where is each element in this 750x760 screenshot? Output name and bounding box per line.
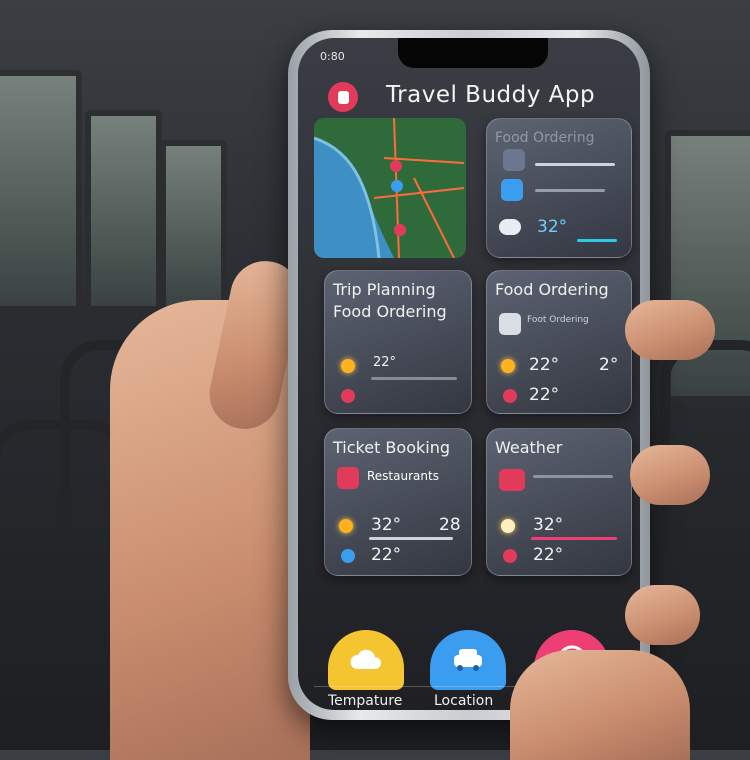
store-icon <box>499 313 521 335</box>
background-window-2 <box>85 110 162 312</box>
background-window-1 <box>0 70 82 312</box>
app-logo-icon[interactable] <box>328 82 358 112</box>
card-food-ordering[interactable]: Food Ordering Foot Ordering 22° 2° 22° <box>486 270 632 414</box>
ticket-icon <box>337 467 359 489</box>
dock-temperature-button[interactable] <box>328 630 404 690</box>
temperature: 22° <box>529 355 560 375</box>
water-drop-icon <box>341 549 355 563</box>
right-thumb <box>510 650 690 760</box>
background-window-3 <box>160 140 227 312</box>
progress-bar <box>371 377 457 380</box>
card-title: Trip Planning Food Ordering <box>333 280 447 321</box>
progress-bar <box>577 239 617 242</box>
card-weather[interactable]: Weather 32° 22° <box>486 428 632 576</box>
sun-icon <box>501 359 515 373</box>
temperature: 32° <box>371 515 402 535</box>
location-pin-icon <box>341 389 355 403</box>
sun-icon <box>501 519 515 533</box>
temperature-secondary: 2° <box>599 355 619 375</box>
car-icon <box>499 219 521 235</box>
temperature-secondary: 28 <box>439 515 461 535</box>
right-finger-1 <box>625 300 715 360</box>
bus-icon <box>499 469 525 491</box>
card-subtitle: Foot Ordering <box>527 315 589 325</box>
card-subtitle: Restaurants <box>367 469 439 483</box>
location-pin-icon <box>503 549 517 563</box>
phone-screen: 0:80 Travel Buddy App Food Ordering 32° <box>298 38 640 710</box>
sun-icon <box>339 519 353 533</box>
sun-icon <box>341 359 355 373</box>
card-title: Food Ordering <box>495 280 609 299</box>
map-card[interactable] <box>314 118 466 258</box>
progress-bar <box>531 537 617 540</box>
dock-label-location: Location <box>434 693 494 709</box>
map-icon <box>314 118 466 258</box>
location-pin-icon <box>503 389 517 403</box>
status-time: 0:80 <box>320 50 345 63</box>
temperature-tertiary: 22° <box>371 545 402 565</box>
dock-location-button[interactable] <box>430 630 506 690</box>
card-title: Ticket Booking <box>333 438 450 457</box>
progress-bar <box>535 163 615 166</box>
progress-bar <box>535 189 605 192</box>
dock-label-temperature: Tempature <box>328 693 403 709</box>
temperature-tertiary: 22° <box>529 385 560 405</box>
chat-icon <box>501 179 523 201</box>
temperature: 22° <box>373 355 397 370</box>
card-ticket-booking[interactable]: Ticket Booking Restaurants 32° 28 22° <box>324 428 472 576</box>
phone-notch <box>398 38 548 68</box>
calendar-icon <box>503 149 525 171</box>
card-title: Weather <box>495 438 563 457</box>
car-icon <box>454 649 482 671</box>
right-finger-3 <box>625 585 700 645</box>
temperature: 32° <box>537 217 568 237</box>
progress-bar <box>369 537 453 540</box>
card-trip-planning[interactable]: Trip Planning Food Ordering 22° <box>324 270 472 414</box>
card-food-ordering-top[interactable]: Food Ordering 32° <box>486 118 632 258</box>
app-title: Travel Buddy App <box>386 82 596 108</box>
temperature: 32° <box>533 515 564 535</box>
smartphone: 0:80 Travel Buddy App Food Ordering 32° <box>288 30 650 720</box>
progress-bar <box>533 475 613 478</box>
card-title: Food Ordering <box>495 130 595 146</box>
right-finger-2 <box>630 445 710 505</box>
temperature-tertiary: 22° <box>533 545 564 565</box>
cloud-icon <box>350 649 381 669</box>
